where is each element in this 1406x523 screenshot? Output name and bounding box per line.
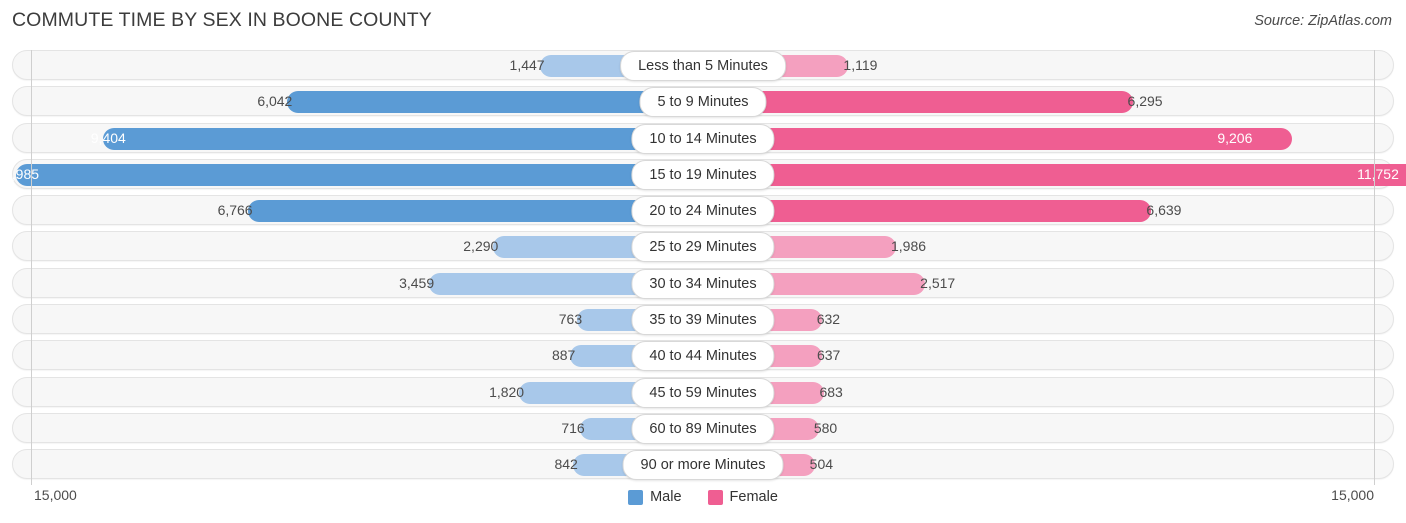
bar-row: 842 504 90 or more Minutes	[0, 449, 1406, 481]
value-label-male: 763	[558, 311, 583, 328]
bar-row: 1,820 683 45 to 59 Minutes	[0, 376, 1406, 408]
bar-row: 10,985 11,752 15 to 19 Minutes	[0, 158, 1406, 190]
category-label-6: 25 to 29 Minutes	[631, 232, 775, 263]
legend-item-male[interactable]: Male	[628, 489, 682, 505]
legend-swatch-icon	[628, 489, 644, 505]
category-label-1: Less than 5 Minutes	[620, 51, 786, 81]
bar-row: 6,042 6,295 5 to 9 Minutes	[0, 86, 1406, 118]
category-label-4: 15 to 19 Minutes	[631, 159, 775, 190]
bar-female	[716, 127, 1293, 150]
value-label-female: 683	[819, 383, 843, 400]
value-label-male: 1,447	[509, 57, 545, 73]
value-label-female: 2,517	[920, 274, 956, 291]
value-label-female: 504	[809, 456, 834, 473]
category-label-11: 60 to 89 Minutes	[631, 413, 775, 444]
value-label-male: 3,459	[399, 274, 435, 291]
category-label-9: 40 to 44 Minutes	[631, 341, 775, 372]
category-label-2: 5 to 9 Minutes	[639, 87, 767, 118]
category-label-12: 90 or more Minutes	[622, 450, 784, 481]
value-label-female: 1,986	[891, 238, 927, 255]
plot-area: 1,447 1,119 Less than 5 Minutes 6,042 6,295 5…	[0, 50, 1406, 485]
bar-female	[716, 163, 1406, 186]
category-label-5: 20 to 24 Minutes	[631, 196, 775, 227]
axis-line-left	[31, 50, 32, 485]
value-label-male: 887	[551, 347, 576, 364]
value-label-female: 9,206	[1217, 129, 1253, 146]
value-label-female: 11,752	[1357, 165, 1399, 182]
value-label-female: 637	[816, 347, 841, 364]
value-label-male: 9,404	[90, 129, 126, 146]
category-label-3: 10 to 14 Minutes	[631, 123, 775, 154]
category-label-8: 35 to 39 Minutes	[631, 305, 775, 336]
value-label-male: 6,042	[257, 93, 293, 110]
bar-male	[247, 200, 690, 223]
page-title: COMMUTE TIME BY SEX IN BOONE COUNTY	[12, 9, 432, 31]
bar-rows: 1,447 1,119 Less than 5 Minutes 6,042 6,295 5…	[0, 50, 1406, 486]
value-label-female: 632	[816, 311, 841, 328]
legend-swatch-icon	[707, 489, 723, 505]
chart-footer: 15,000 15,000 Male Female	[0, 485, 1406, 523]
value-label-male: 1,820	[489, 383, 525, 400]
commute-time-chart: COMMUTE TIME BY SEX IN BOONE COUNTY Sour…	[0, 0, 1406, 523]
bar-row: 1,447 1,119 Less than 5 Minutes	[0, 50, 1406, 81]
legend-label: Male	[650, 489, 682, 505]
bar-male	[287, 91, 690, 114]
value-label-male: 716	[561, 419, 585, 436]
category-label-7: 30 to 34 Minutes	[631, 268, 775, 299]
legend-item-female[interactable]: Female	[707, 489, 778, 505]
value-label-male: 10,985	[0, 165, 40, 182]
legend-label: Female	[729, 489, 778, 505]
bar-male	[102, 127, 690, 150]
value-label-male: 2,290	[463, 238, 499, 255]
value-label-male: 6,766	[217, 202, 253, 219]
bar-female	[716, 200, 1152, 223]
bar-row: 763 632 35 to 39 Minutes	[0, 304, 1406, 336]
bar-row: 887 637 40 to 44 Minutes	[0, 340, 1406, 372]
value-label-female: 1,119	[843, 57, 878, 73]
value-label-male: 842	[554, 456, 578, 473]
bar-row: 716 580 60 to 89 Minutes	[0, 412, 1406, 444]
value-label-female: 6,639	[1146, 202, 1182, 219]
source-attribution: Source: ZipAtlas.com	[1254, 13, 1392, 29]
bar-female	[716, 91, 1133, 114]
bar-row: 9,404 9,206 10 to 14 Minutes	[0, 122, 1406, 154]
axis-line-right	[1374, 50, 1375, 485]
chart-legend: Male Female	[0, 485, 1406, 509]
bar-male	[16, 163, 690, 186]
bar-row: 6,766 6,639 20 to 24 Minutes	[0, 195, 1406, 227]
bar-row: 2,290 1,986 25 to 29 Minutes	[0, 231, 1406, 263]
value-label-female: 580	[813, 419, 838, 436]
category-label-10: 45 to 59 Minutes	[631, 377, 775, 408]
value-label-female: 6,295	[1127, 93, 1163, 110]
bar-row: 3,459 2,517 30 to 34 Minutes	[0, 267, 1406, 299]
